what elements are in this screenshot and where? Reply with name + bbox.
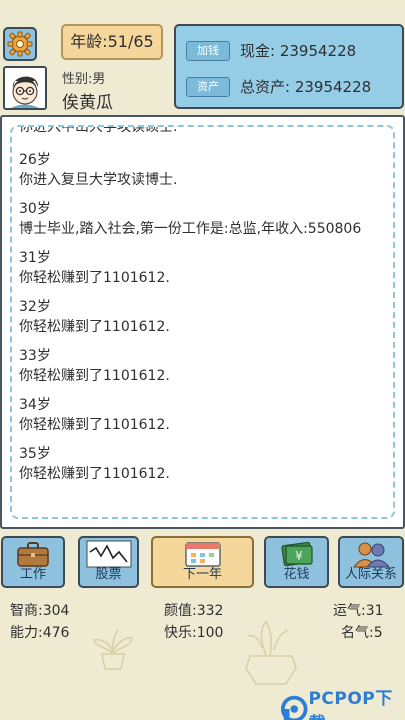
cash-value: 现金: 23954228: [240, 42, 357, 60]
log-entry: 35岁 你轻松赚到了1101612.: [19, 444, 387, 484]
log-text: 你轻松赚到了1101612.: [19, 319, 170, 335]
pcpop-logo-icon: [280, 695, 308, 720]
log-age: 32岁: [19, 299, 51, 315]
stock-button[interactable]: 股票: [78, 536, 139, 588]
stat-looks: 颜值:332: [164, 603, 224, 619]
log-text: 你轻松赚到了1101612.: [19, 466, 170, 482]
life-log-panel: 你进入中山大学攻读硕士. 26岁 你进入复旦大学攻读博士. 30岁 博士毕业,踏…: [0, 115, 405, 529]
relationships-label: 人际关系: [344, 567, 397, 582]
log-entry: 33岁 你轻松赚到了1101612.: [19, 346, 387, 386]
add-money-button[interactable]: 加钱: [186, 40, 230, 61]
cactus-pot-icon: [245, 620, 297, 685]
total-assets-value: 总资产: 23954228: [240, 78, 372, 96]
life-log-scroll[interactable]: 你进入中山大学攻读硕士. 26岁 你进入复旦大学攻读博士. 30岁 博士毕业,踏…: [10, 125, 395, 519]
log-entry: 你进入中山大学攻读硕士.: [19, 125, 387, 137]
log-text: 博士毕业,踏入社会,第一份工作是:总监,年收入:550806: [19, 221, 362, 237]
work-button[interactable]: 工作: [1, 536, 65, 588]
stock-label: 股票: [95, 567, 122, 582]
log-text: 你轻松赚到了1101612.: [19, 368, 170, 384]
log-text: 你轻松赚到了1101612.: [19, 270, 170, 286]
stat-luck: 运气:31: [333, 603, 384, 619]
watermark: PCPOP下载: [280, 684, 405, 720]
log-entry: 32岁 你轻松赚到了1101612.: [19, 297, 387, 337]
spend-money-label: 花钱: [283, 567, 310, 582]
potted-plant-icon: [93, 629, 133, 670]
settings-button[interactable]: [3, 27, 37, 61]
svg-text:¥: ¥: [295, 549, 303, 563]
stat-ability: 能力:476: [10, 625, 70, 641]
log-list: 你进入中山大学攻读硕士. 26岁 你进入复旦大学攻读博士. 30岁 博士毕业,踏…: [19, 125, 387, 493]
avatar-face-icon: [5, 68, 45, 108]
watermark-text: PCPOP下载: [308, 689, 393, 720]
log-age: 33岁: [19, 348, 51, 364]
log-entry: 26岁 你进入复旦大学攻读博士.: [19, 150, 387, 190]
log-text: 你进入复旦大学攻读博士.: [19, 172, 178, 188]
log-age: 30岁: [19, 201, 51, 217]
log-text: 你进入中山大学攻读硕士.: [19, 125, 178, 135]
log-age: 31岁: [19, 250, 51, 266]
gender-label: 性别:男: [62, 72, 106, 87]
stat-fame: 名气:5: [341, 625, 383, 641]
gear-icon: [7, 31, 33, 57]
log-entry: 31岁 你轻松赚到了1101612.: [19, 248, 387, 288]
log-entry: 34岁 你轻松赚到了1101612.: [19, 395, 387, 435]
log-text: 你轻松赚到了1101612.: [19, 417, 170, 433]
cash-row: 加钱 现金: 23954228: [186, 40, 356, 61]
relationships-button[interactable]: 人际关系: [338, 536, 404, 588]
log-entry: 30岁 博士毕业,踏入社会,第一份工作是:总监,年收入:550806: [19, 199, 387, 239]
assets-row: 资产 总资产: 23954228: [186, 76, 371, 97]
log-age: 34岁: [19, 397, 51, 413]
spend-money-button[interactable]: ¥ 花钱: [264, 536, 329, 588]
log-age: 35岁: [19, 446, 51, 462]
age-display: 年龄:51/65: [61, 24, 163, 60]
next-year-button[interactable]: 下一年: [151, 536, 254, 588]
money-panel: 加钱 现金: 23954228 资产 总资产: 23954228: [174, 24, 404, 109]
assets-button[interactable]: 资产: [186, 76, 230, 97]
avatar[interactable]: [3, 66, 47, 110]
stat-iq: 智商:304: [10, 603, 70, 619]
next-year-label: 下一年: [182, 567, 222, 582]
log-age: 26岁: [19, 152, 51, 168]
work-label: 工作: [19, 567, 46, 582]
stat-happiness: 快乐:100: [164, 625, 224, 641]
player-name: 俟黄瓜: [62, 93, 113, 113]
